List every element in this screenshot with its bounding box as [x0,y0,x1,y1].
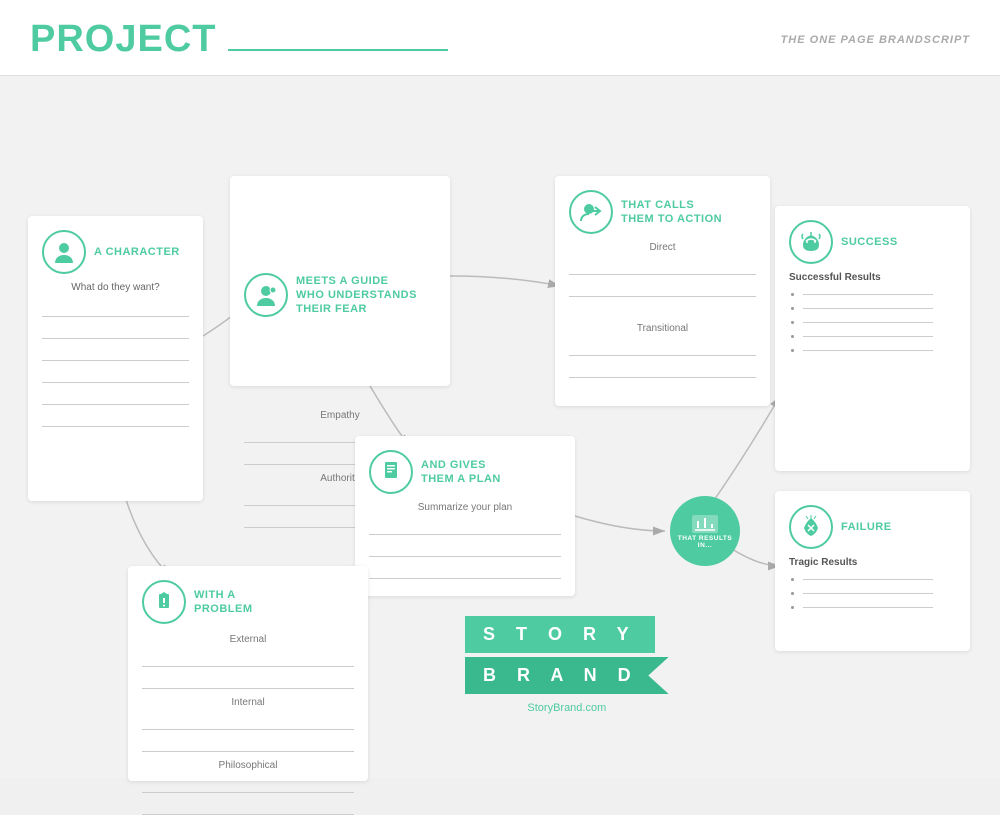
failure-bullets [789,574,956,612]
success-title: SUCCESS [841,235,898,249]
results-badge: THAT RESULTS IN... [670,496,740,566]
character-line-6[interactable] [42,411,189,427]
project-line [228,49,448,51]
plan-card: AND GIVESTHEM A PLAN Summarize your plan [355,436,575,596]
canvas: A CHARACTER What do they want? [0,76,1000,794]
failure-title: FAILURE [841,520,892,534]
problem-icon [142,580,186,624]
page: PROJECT THE ONE PAGE BRANDSCRIPT [0,0,1000,778]
problem-internal-line2[interactable] [142,736,354,752]
problem-philosophical-line1[interactable] [142,777,354,793]
plan-icon [369,450,413,494]
cta-card: THAT CALLSTHEM TO ACTION Direct Transiti… [555,176,770,406]
problem-external-label: External [142,634,354,645]
cta-transitional-label: Transitional [569,323,756,334]
cta-transitional-line2[interactable] [569,362,756,378]
failure-icon [789,505,833,549]
page-subtitle: THE ONE PAGE BRANDSCRIPT [781,34,970,46]
character-line-1[interactable] [42,301,189,317]
plan-line2[interactable] [369,541,561,557]
guide-title: MEETS A GUIDEWHO UNDERSTANDSTHEIR FEAR [296,274,417,317]
success-icon [789,220,833,264]
storybrand-story: S T O R Y [465,616,655,653]
plan-summarize-label: Summarize your plan [369,502,561,513]
character-line-4[interactable] [42,367,189,383]
guide-card: MEETS A GUIDEWHO UNDERSTANDSTHEIR FEAR E… [230,176,450,386]
problem-philosophical-line2[interactable] [142,799,354,815]
guide-icon [244,273,288,317]
problem-philosophical-label: Philosophical [142,760,354,771]
cta-transitional-line1[interactable] [569,340,756,356]
plan-line3[interactable] [369,563,561,579]
problem-title: WITH APROBLEM [194,588,253,617]
character-subtitle: What do they want? [42,282,189,293]
cta-direct-label: Direct [569,242,756,253]
cta-direct-line2[interactable] [569,281,756,297]
character-line-3[interactable] [42,345,189,361]
plan-line1[interactable] [369,519,561,535]
character-card: A CHARACTER What do they want? [28,216,203,501]
problem-internal-label: Internal [142,697,354,708]
character-title: A CHARACTER [94,245,180,259]
character-icon [42,230,86,274]
project-title: PROJECT [30,18,216,61]
problem-external-line2[interactable] [142,673,354,689]
problem-internal-line1[interactable] [142,714,354,730]
storybrand-url[interactable]: StoryBrand.com [465,702,669,714]
character-line-2[interactable] [42,323,189,339]
results-label: THAT RESULTS IN... [670,535,740,549]
character-line-5[interactable] [42,389,189,405]
failure-subtitle: Tragic Results [789,557,956,568]
problem-card: WITH APROBLEM External Internal Philosop… [128,566,368,781]
failure-card: FAILURE Tragic Results [775,491,970,651]
cta-title: THAT CALLSTHEM TO ACTION [621,198,722,227]
problem-external-line1[interactable] [142,651,354,667]
cta-icon [569,190,613,234]
storybrand-brand: B R A N D [465,657,669,694]
success-subtitle: Successful Results [789,272,956,283]
guide-empathy-label: Empathy [244,410,436,421]
success-bullets [789,289,956,355]
header-left: PROJECT [30,18,448,61]
success-card: SUCCESS Successful Results [775,206,970,471]
plan-title: AND GIVESTHEM A PLAN [421,458,501,487]
header: PROJECT THE ONE PAGE BRANDSCRIPT [0,0,1000,76]
storybrand-logo: S T O R Y B R A N D StoryBrand.com [465,616,669,714]
cta-direct-line1[interactable] [569,259,756,275]
